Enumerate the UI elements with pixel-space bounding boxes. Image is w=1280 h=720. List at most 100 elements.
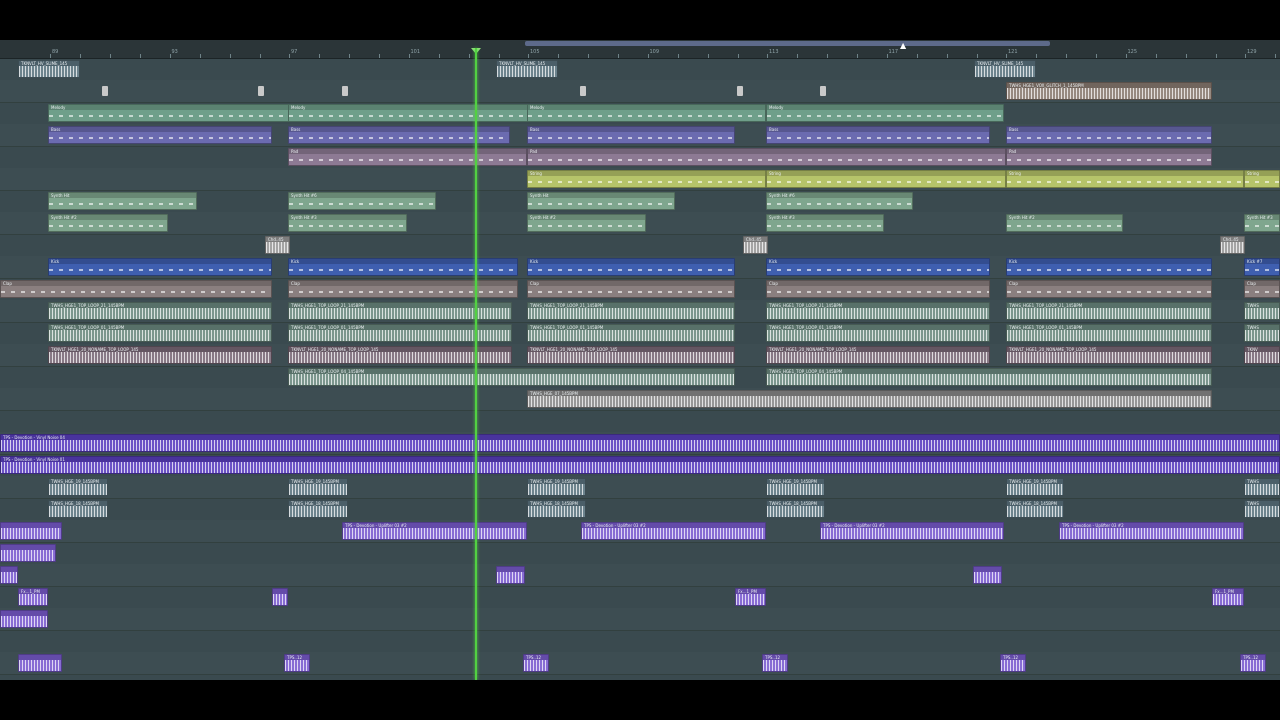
playhead[interactable] [475, 48, 477, 680]
playlist-clip[interactable]: TWHS_HGE1_TOP_LOOP_01_145BPM [766, 324, 990, 342]
playlist-clip[interactable]: Kick [1006, 258, 1212, 276]
playlist-clip[interactable]: Melody [48, 104, 290, 122]
playlist-clip[interactable]: TKNVLT_HGE1_20_NONAME_TOP_LOOP_145 [48, 346, 272, 364]
playlist-clip[interactable] [0, 610, 48, 628]
playlist-clip[interactable]: TWHS_HGE1_TOP_LOOP_21_145BPM [48, 302, 272, 320]
playlist-clip[interactable]: TKNVLT_HV_SLIME_145 [974, 60, 1036, 78]
playlist-clip[interactable]: TWHS_HGE_19_145BPM [527, 478, 586, 496]
playlist-clip[interactable]: TPS - Devotion - Vinyl Noise 01 [0, 456, 1280, 474]
playlist-clip[interactable]: TPS..12 [523, 654, 549, 672]
playlist-clip[interactable]: TWHS_HGE1_TOP_LOOP_21_145BPM [527, 302, 735, 320]
playlist-clip[interactable]: TPS..12 [1240, 654, 1266, 672]
playlist-clip[interactable]: Chd..45 [743, 236, 768, 254]
track-row[interactable]: TWHS_HGE_19_145BPM TWHS_HGE_19_145BPM TWHS… [0, 476, 1280, 499]
playlist-clip[interactable]: String [766, 170, 1006, 188]
playlist-clip[interactable]: Chd..45 [265, 236, 290, 254]
track-row[interactable] [0, 630, 1280, 653]
playlist-clip[interactable] [496, 566, 525, 584]
playlist-clip[interactable]: TPS..12 [1000, 654, 1026, 672]
playlist-clip[interactable]: Synth Hit [527, 192, 675, 210]
track-row[interactable]: Pad Pad Pad [0, 146, 1280, 169]
playlist-clip[interactable]: TKNVLT_HGE1_20_NONAME_TOP_LOOP_145 [1006, 346, 1212, 364]
track-row[interactable] [0, 542, 1280, 565]
track-row[interactable]: Chd..45 Chd..45 Chd..45 [0, 234, 1280, 257]
automation-marker-icon[interactable] [580, 86, 586, 96]
playlist-clip[interactable]: Clap [288, 280, 518, 298]
playlist-clip[interactable]: TWHS [1244, 478, 1280, 496]
playlist-clip[interactable]: TWHS_HGE_07_145BPM [527, 390, 1212, 408]
playlist-clip[interactable]: Synth Hit #2 [1006, 214, 1123, 232]
playlist-clip[interactable]: Bass [48, 126, 272, 144]
playlist-clip[interactable]: TWHS [1244, 500, 1280, 518]
playlist-clip[interactable]: Pad [288, 148, 527, 166]
playlist-clip[interactable]: Synth Hit [48, 192, 197, 210]
playlist-clip[interactable]: TWHS_HGE1_TOP_LOOP_21_145BPM [1006, 302, 1212, 320]
playlist-clip[interactable]: TWHS_HGE1_TOP_LOOP_01_145BPM [288, 324, 512, 342]
playlist-clip[interactable]: Clap [527, 280, 735, 298]
playlist-clip[interactable]: Bass [766, 126, 990, 144]
track-row[interactable]: Clap Clap Clap Clap Clap Clap [0, 278, 1280, 301]
automation-marker-icon[interactable] [258, 86, 264, 96]
automation-marker-icon[interactable] [102, 86, 108, 96]
playlist-clip[interactable]: Kick [527, 258, 735, 276]
playlist-clip[interactable]: TWHS_HGE1_TOP_LOOP_04_145BPM [288, 368, 735, 386]
playlist-clip[interactable]: TKNVLT_HV_SLIME_145 [496, 60, 558, 78]
horizontal-scrollbar[interactable] [524, 41, 1050, 46]
playlist-clip[interactable]: Synth Hit #3 [288, 214, 407, 232]
playlist-clip[interactable]: TWHS_HGE_19_145BPM [48, 478, 108, 496]
playlist-clip[interactable]: Clap [1006, 280, 1212, 298]
track-row[interactable]: Kick Kick Kick Kick Kick Kick #7 [0, 256, 1280, 279]
playlist-clip[interactable]: Fx...1_PM [18, 588, 48, 606]
playlist-clip[interactable]: Kick #7 [1244, 258, 1280, 276]
playlist-clip[interactable]: TPS..12 [284, 654, 310, 672]
playlist-clip[interactable]: TWHS_HGE1_TOP_LOOP_04_145BPM [766, 368, 1212, 386]
playlist-clip[interactable]: TPS - Devotion - Uplifter 03 #2 [1059, 522, 1244, 540]
playlist-clip[interactable]: TWHS [1244, 324, 1280, 342]
track-row[interactable] [0, 608, 1280, 631]
playlist-clip[interactable]: Synth Hit #3 [766, 214, 884, 232]
track-row[interactable]: String String String String [0, 168, 1280, 191]
playlist-clip[interactable]: Chd..45 [1220, 236, 1245, 254]
playlist-clip[interactable] [0, 522, 62, 540]
playlist-clip[interactable]: Bass [1006, 126, 1212, 144]
playlist-clip[interactable]: Pad [1006, 148, 1212, 166]
playlist-clip[interactable]: TWHS_HGE_18_145BPM [288, 500, 348, 518]
playlist-clip[interactable]: String [527, 170, 766, 188]
playlist-clip[interactable]: Synth Hit #6 [288, 192, 436, 210]
playlist-clip[interactable]: Synth Hit #2 [48, 214, 168, 232]
playlist-clip[interactable]: Pad [527, 148, 1006, 166]
playlist-clip[interactable] [0, 566, 18, 584]
track-row[interactable]: TWHS_HGE1_TOP_LOOP_04_145BPM TWHS_HGE1_TO… [0, 366, 1280, 389]
playlist-clip[interactable]: Clap [0, 280, 272, 298]
playlist-clip[interactable]: Synth Hit #3 [1244, 214, 1280, 232]
track-row[interactable] [0, 564, 1280, 587]
playlist-clip[interactable]: TWHS_HGE_18_145BPM [1006, 500, 1064, 518]
playlist-clip[interactable] [18, 654, 62, 672]
track-row[interactable]: TWHS_HGE1_TOP_LOOP_01_145BPM TWHS_HGE1_TO… [0, 322, 1280, 345]
playlist-clip[interactable]: TKNVLT_HGE1_20_NONAME_TOP_LOOP_145 [527, 346, 735, 364]
playlist-clip[interactable]: TWHS_HGE1_TOP_LOOP_21_145BPM [288, 302, 512, 320]
track-row[interactable]: TPS - Devotion - Vinyl Noise 01 [0, 454, 1280, 477]
playlist-clip[interactable]: TWHS_HGE1_TOP_LOOP_21_145BPM [766, 302, 990, 320]
playlist-clip[interactable]: Clap [1244, 280, 1280, 298]
playlist-clip[interactable]: TKNV [1244, 346, 1280, 364]
automation-marker-icon[interactable] [820, 86, 826, 96]
playlist-clip[interactable]: TWHS_HGE1_TOP_LOOP_01_145BPM [527, 324, 735, 342]
playlist-clip[interactable]: Melody [766, 104, 1004, 122]
track-row[interactable]: TWHS_HGE_07_145BPM [0, 388, 1280, 411]
playlist-clip[interactable]: TPS - Devotion - Uplifter 03 #2 [342, 522, 527, 540]
playlist-clip[interactable]: Kick [766, 258, 990, 276]
playlist-clip[interactable]: TKNVLT_HV_SLIME_145 [18, 60, 80, 78]
playlist-clip[interactable]: TWHS_HGE_19_145BPM [288, 478, 348, 496]
playlist-clip[interactable]: TWHS_HGE_18_145BPM [766, 500, 825, 518]
playlist-clip[interactable]: TPS - Devotion - Uplifter 03 #2 [820, 522, 1004, 540]
automation-marker-icon[interactable] [737, 86, 743, 96]
playlist-clip[interactable]: Melody [288, 104, 528, 122]
track-row[interactable]: Synth Hit Synth Hit #6 Synth Hit Synth Hit … [0, 190, 1280, 213]
playlist-clip[interactable]: TWHS_HGE_19_145BPM [1006, 478, 1064, 496]
track-row[interactable]: Fx...1_PM Fx...1_PM Fx...1_PM [0, 586, 1280, 609]
playlist-clip[interactable]: Kick [288, 258, 518, 276]
track-row[interactable]: TPS..12 TPS..12 TPS..12 TPS..12 TPS..12 [0, 652, 1280, 675]
playlist-clip[interactable]: TWHS_HGE1_TOP_LOOP_01_145BPM [1006, 324, 1212, 342]
track-row[interactable] [0, 410, 1280, 433]
